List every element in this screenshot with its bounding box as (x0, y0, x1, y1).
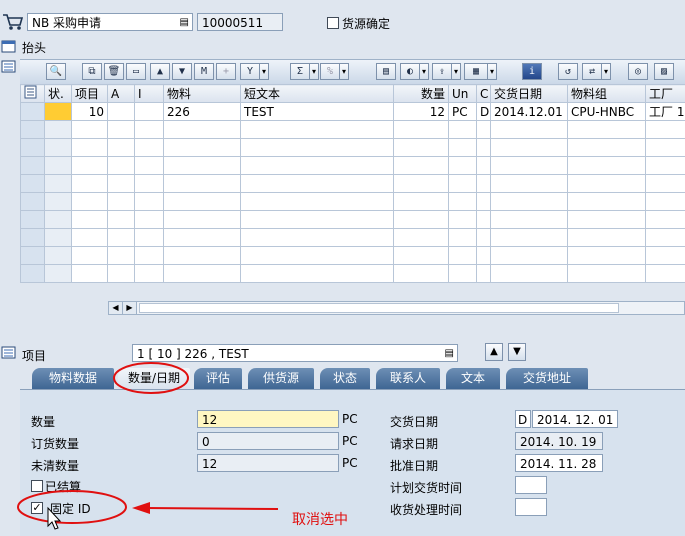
tab-highlight-ellipse (114, 363, 188, 393)
annotation-arrow-line (146, 508, 278, 509)
annotation-arrowhead (132, 502, 150, 514)
checkbox-highlight-ellipse (18, 491, 126, 523)
annotation-text: 取消选中 (292, 509, 348, 529)
annotation-overlay (0, 0, 685, 535)
mouse-cursor-icon (48, 508, 60, 529)
